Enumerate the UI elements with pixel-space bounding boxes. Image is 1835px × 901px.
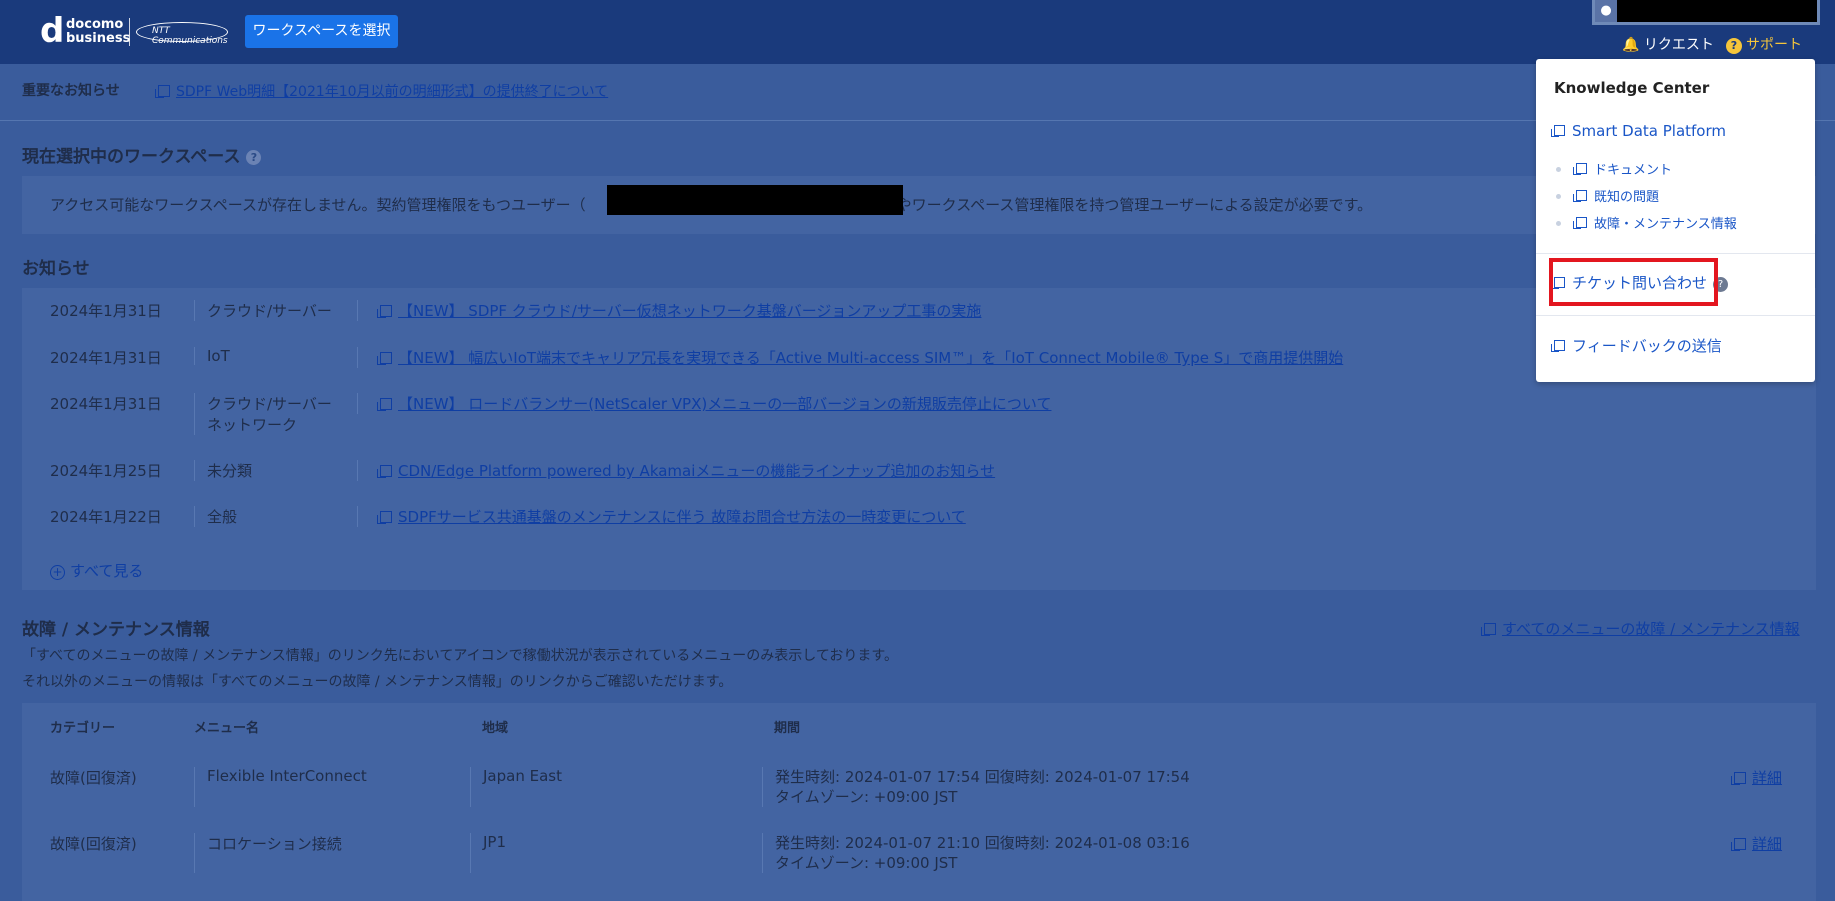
workspace-section-title: 現在選択中のワークスペース? bbox=[22, 142, 262, 167]
external-link-icon bbox=[377, 305, 392, 318]
documents-link[interactable]: ドキュメント bbox=[1573, 159, 1672, 178]
external-link-icon bbox=[377, 352, 392, 365]
maintenance-description-1: 「すべてのメニューの故障 / メンテナンス情報」のリンク先においてアイコンで稼働… bbox=[22, 648, 899, 664]
plus-circle-icon: + bbox=[50, 565, 65, 580]
news-title-link[interactable]: 【NEW】 ロードバランサー(NetScaler VPX)メニューの一部バージョ… bbox=[357, 393, 1051, 414]
bell-icon: 🔔 bbox=[1622, 37, 1640, 53]
highlight-box bbox=[1549, 258, 1718, 306]
external-link-icon bbox=[377, 511, 392, 524]
news-title-link[interactable]: SDPFサービス共通基盤のメンテナンスに伴う 故障お問合せ方法の一時変更について bbox=[357, 506, 966, 527]
news-date: 2024年1月31日 bbox=[50, 349, 162, 367]
request-link[interactable]: 🔔 リクエスト bbox=[1622, 34, 1714, 54]
docomo-d-mark: d bbox=[40, 11, 65, 51]
important-notice-link[interactable]: SDPF Web明細【2021年10月以前の明細形式】の提供終了について bbox=[155, 81, 608, 101]
maintenance-description-2: それ以外のメニューの情報は「すべてのメニューの故障 / メンテナンス情報」のリン… bbox=[22, 674, 733, 690]
news-date: 2024年1月22日 bbox=[50, 508, 162, 526]
news-category: IoT bbox=[194, 347, 230, 365]
menu-divider bbox=[1536, 253, 1815, 254]
menu-divider bbox=[1536, 315, 1815, 316]
news-category: クラウド/サーバー bbox=[194, 300, 332, 321]
question-icon: ? bbox=[1726, 38, 1742, 54]
news-title-link[interactable]: CDN/Edge Platform powered by Akamaiメニューの… bbox=[357, 460, 995, 481]
known-issues-link[interactable]: 既知の問題 bbox=[1573, 186, 1659, 205]
external-link-icon bbox=[1731, 772, 1746, 785]
knowledge-center-title: Knowledge Center bbox=[1554, 79, 1710, 97]
news-title-link[interactable]: 【NEW】 SDPF クラウド/サーバー仮想ネットワーク基盤バージョンアップ工事… bbox=[357, 300, 981, 321]
external-link-icon bbox=[155, 85, 170, 98]
user-icon: ● bbox=[1595, 0, 1617, 22]
external-link-icon bbox=[1573, 163, 1587, 175]
all-maintenance-link[interactable]: すべてのメニューの故障 / メンテナンス情報 bbox=[1481, 618, 1800, 639]
column-header-category: カテゴリー bbox=[50, 721, 116, 736]
external-link-icon bbox=[1731, 838, 1746, 851]
external-link-icon bbox=[1481, 623, 1496, 636]
news-category: 未分類 bbox=[194, 460, 252, 481]
bullet bbox=[1556, 194, 1561, 199]
select-workspace-button[interactable]: ワークスペースを選択 bbox=[245, 15, 398, 48]
external-link-icon bbox=[377, 465, 392, 478]
news-title-link[interactable]: 【NEW】 幅広いIoT端末でキャリア冗長を実現できる「Active Multi… bbox=[357, 347, 1343, 368]
external-link-icon bbox=[377, 398, 392, 411]
detail-link[interactable]: 詳細 bbox=[1731, 833, 1782, 854]
support-dropdown-menu: Knowledge Center Smart Data Platform ドキュ… bbox=[1536, 59, 1815, 382]
send-feedback-link[interactable]: フィードバックの送信 bbox=[1551, 335, 1722, 356]
bullet bbox=[1556, 221, 1561, 226]
logo-divider bbox=[129, 18, 130, 46]
docomo-business-logo[interactable]: d docomo business bbox=[40, 11, 130, 51]
news-category: 全般 bbox=[194, 506, 237, 527]
news-date: 2024年1月31日 bbox=[50, 302, 162, 320]
row-menu: Flexible InterConnect bbox=[194, 767, 367, 807]
important-notice-title: 重要なお知らせ bbox=[22, 83, 120, 99]
request-label: リクエスト bbox=[1643, 37, 1714, 53]
column-header-region: 地域 bbox=[482, 721, 509, 736]
user-account-menu[interactable]: ● bbox=[1592, 0, 1820, 25]
see-all-news-link[interactable]: + すべて見る bbox=[50, 560, 143, 581]
bullet bbox=[1556, 167, 1561, 172]
ntt-communications-logo: NTT Communications bbox=[136, 22, 228, 46]
news-section-title: お知らせ bbox=[22, 259, 90, 279]
news-category: クラウド/サーバー ネットワーク bbox=[194, 393, 332, 435]
external-link-icon bbox=[1573, 217, 1587, 229]
column-header-period: 期間 bbox=[774, 721, 801, 736]
support-link[interactable]: ? サポート bbox=[1726, 34, 1802, 54]
external-link-icon bbox=[1551, 125, 1565, 137]
smart-data-platform-link[interactable]: Smart Data Platform bbox=[1551, 122, 1726, 140]
external-link-icon bbox=[1573, 190, 1587, 202]
row-period: 発生時刻: 2024-01-07 17:54 回復時刻: 2024-01-07 … bbox=[762, 767, 1190, 807]
logo-text-business: business bbox=[66, 31, 131, 46]
row-category: 故障(回復済) bbox=[50, 769, 137, 787]
row-period: 発生時刻: 2024-01-07 21:10 回復時刻: 2024-01-08 … bbox=[762, 833, 1190, 873]
maintenance-section-title: 故障 / メンテナンス情報 bbox=[22, 620, 210, 640]
news-date: 2024年1月31日 bbox=[50, 395, 162, 413]
top-header: d docomo business NTT Communications ワーク… bbox=[0, 0, 1835, 64]
news-date: 2024年1月25日 bbox=[50, 462, 162, 480]
external-link-icon bbox=[1551, 340, 1565, 352]
row-region: JP1 bbox=[470, 833, 506, 873]
support-label: サポート bbox=[1746, 37, 1802, 53]
logo-text-docomo: docomo bbox=[66, 17, 124, 32]
detail-link[interactable]: 詳細 bbox=[1731, 767, 1782, 788]
row-category: 故障(回復済) bbox=[50, 835, 137, 853]
maintenance-table: カテゴリー メニュー名 地域 期間 故障(回復済) Flexible Inter… bbox=[22, 703, 1816, 901]
row-region: Japan East bbox=[470, 767, 562, 807]
maintenance-info-link[interactable]: 故障・メンテナンス情報 bbox=[1573, 213, 1737, 232]
help-icon[interactable]: ? bbox=[246, 150, 262, 165]
redacted-user-id bbox=[607, 185, 903, 215]
column-header-menu: メニュー名 bbox=[194, 721, 260, 736]
row-menu: コロケーション接続 bbox=[194, 833, 342, 873]
